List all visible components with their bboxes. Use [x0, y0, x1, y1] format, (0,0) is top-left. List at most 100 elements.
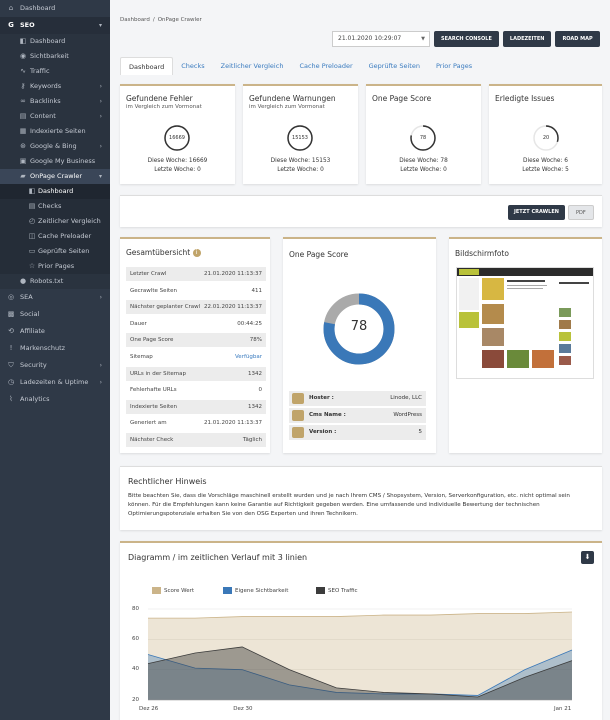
analytics-icon: ⌇: [9, 395, 13, 403]
stat-last-week: Letzte Woche: 0: [277, 167, 324, 173]
stat-value: 78: [419, 135, 427, 141]
sidebar-item-label: OnPage Crawler: [30, 172, 83, 180]
y-tick-label: 60: [132, 635, 139, 642]
info-row-version: Version : 5: [289, 425, 426, 440]
sidebar-item-keywords[interactable]: ⚷ Keywords ›: [0, 79, 110, 94]
social-icon: ▩: [7, 310, 15, 318]
overview-value: 1342: [248, 370, 262, 377]
overview-label: Gecrawlte Seiten: [130, 287, 178, 294]
breadcrumb-root[interactable]: Dashboard: [120, 17, 150, 23]
sidebar-item-seo[interactable]: G SEO ▾: [0, 17, 110, 34]
sidebar-item-backlinks[interactable]: ∞ Backlinks ›: [0, 94, 110, 109]
legal-line: Optimierungspotenziale erhalten Sie von …: [128, 511, 358, 517]
overview-label: URLs in der Sitemap: [130, 370, 186, 377]
sidebar-item-label: Prior Pages: [38, 262, 75, 270]
sidebar-item-label: Content: [30, 112, 56, 120]
stat-this-week: Diese Woche: 78: [399, 158, 448, 164]
star-icon: ☆: [28, 262, 36, 270]
stat-ring: 16669: [163, 124, 191, 152]
sidebar-item-robots[interactable]: ● Robots.txt: [0, 274, 110, 289]
pdf-button[interactable]: PDF: [568, 205, 594, 220]
date-select[interactable]: 21.01.2020 10:29:07 ▼: [332, 31, 430, 47]
info-row-cms: Cms Name : WordPress: [289, 408, 426, 423]
sidebar-item-label: SEO: [20, 21, 35, 29]
sidebar-item-label: Analytics: [20, 395, 50, 403]
y-tick-label: 20: [132, 696, 139, 703]
legal-title: Rechtlicher Hinweis: [128, 477, 207, 486]
tab-zeitlicher-vergleich[interactable]: Zeitlicher Vergleich: [213, 57, 292, 75]
sidebar-item-markenschutz[interactable]: ! Markenschutz: [0, 340, 110, 357]
info-value: WordPress: [393, 412, 422, 418]
sidebar-item-prior-pages[interactable]: ☆ Prior Pages: [0, 259, 110, 274]
dashboard-icon: ◧: [19, 37, 27, 45]
sidebar-item-affiliate[interactable]: ⟲ Affiliate: [0, 323, 110, 340]
stat-title: Gefundene Fehler: [126, 94, 193, 103]
tab-cache-preloader[interactable]: Cache Preloader: [291, 57, 360, 75]
sidebar-item-analytics[interactable]: ⌇ Analytics: [0, 391, 110, 408]
shield-icon: ⛉: [8, 361, 14, 369]
sidebar-item-ladezeiten[interactable]: ◷ Ladezeiten & Uptime ›: [0, 374, 110, 391]
sidebar-item-dashboard[interactable]: ⌂ Dashboard: [0, 0, 110, 17]
roadmap-button[interactable]: ROAD MAP: [555, 31, 600, 47]
sidebar-item-gepruefte-seiten[interactable]: ▭ Geprüfte Seiten: [0, 244, 110, 259]
sidebar-item-sichtbarkeit[interactable]: ◉ Sichtbarkeit: [0, 49, 110, 64]
checklist-icon: ▤: [28, 202, 36, 210]
stat-value: 16669: [169, 135, 185, 141]
overview-row: Indexierte Seiten 1342: [126, 399, 266, 414]
sidebar: ⌂ Dashboard G SEO ▾ ◧ Dashboard ◉ Sichtbarkei…: [0, 0, 110, 720]
sidebar-item-crawler-dashboard[interactable]: ◧ Dashboard: [0, 184, 110, 199]
info-label: Version :: [309, 429, 337, 435]
chevron-right-icon: ›: [99, 362, 102, 369]
website-screenshot[interactable]: [456, 267, 594, 379]
sidebar-item-cache-preloader[interactable]: ◫ Cache Preloader: [0, 229, 110, 244]
sidebar-item-checks[interactable]: ▤ Checks: [0, 199, 110, 214]
sidebar-item-onpage-crawler[interactable]: ▰ OnPage Crawler ▾: [0, 169, 110, 184]
sidebar-item-label: Keywords: [30, 82, 62, 90]
tab-dashboard[interactable]: Dashboard: [120, 57, 174, 75]
stat-title: Gefundene Warnungen: [249, 94, 336, 103]
stat-subtitle: im Vergleich zum Vormonat: [126, 104, 202, 110]
sidebar-item-google-my-business[interactable]: ▣ Google My Business: [0, 154, 110, 169]
sidebar-item-sea[interactable]: ◎ SEA ›: [0, 289, 110, 306]
pages-icon: ▭: [28, 247, 36, 255]
overview-value: 00:44:25: [237, 320, 262, 327]
trend-icon: ∿: [20, 67, 26, 75]
chevron-right-icon: ›: [99, 143, 102, 150]
ladezeiten-button[interactable]: LADEZEITEN: [502, 31, 552, 47]
breadcrumb: Dashboard / OnPage Crawler: [120, 17, 202, 23]
sidebar-item-seo-dashboard[interactable]: ◧ Dashboard: [0, 34, 110, 49]
sidebar-item-zeitlicher-vergleich[interactable]: ◴ Zeitlicher Vergleich: [0, 214, 110, 229]
overview-label: Dauer: [130, 320, 147, 327]
clock-icon: ◴: [28, 217, 36, 225]
tab-gepruefte-seiten[interactable]: Geprüfte Seiten: [361, 57, 428, 75]
info-icon[interactable]: i: [192, 249, 201, 257]
sidebar-item-google-bing[interactable]: ⊛ Google & Bing ›: [0, 139, 110, 154]
search-console-button[interactable]: SEARCH CONSOLE: [434, 31, 499, 47]
sidebar-item-label: Cache Preloader: [38, 232, 92, 240]
chevron-right-icon: ›: [99, 83, 102, 90]
sidebar-item-label: Security: [20, 361, 47, 369]
sidebar-item-social[interactable]: ▩ Social: [0, 306, 110, 323]
sidebar-item-content[interactable]: ▤ Content ›: [0, 109, 110, 124]
key-icon: ⚷: [20, 82, 26, 90]
overview-label: One Page Score: [130, 337, 174, 344]
chevron-right-icon: ›: [99, 379, 102, 386]
overview-value[interactable]: Verfügbar: [235, 350, 262, 364]
stat-ring: 15153: [286, 124, 314, 152]
overview-row: Nächster Check Täglich: [126, 433, 266, 447]
sidebar-item-traffic[interactable]: ∿ Traffic: [0, 64, 110, 79]
tab-prior-pages[interactable]: Prior Pages: [428, 57, 480, 75]
crawl-now-button[interactable]: JETZT CRAWLEN: [508, 205, 565, 220]
sidebar-item-security[interactable]: ⛉ Security ›: [0, 357, 110, 374]
overview-value: 411: [251, 287, 263, 294]
overview-row: URLs in der Sitemap 1342: [126, 366, 266, 381]
toolbar: 21.01.2020 10:29:07 ▼ SEARCH CONSOLE LADE…: [332, 31, 600, 47]
globe-icon: ◎: [7, 293, 15, 301]
folder-open-icon: ▰: [20, 172, 26, 180]
stat-title: One Page Score: [372, 94, 432, 103]
sidebar-item-label: Google & Bing: [30, 142, 77, 150]
sidebar-item-indexierte-seiten[interactable]: ▦ Indexierte Seiten: [0, 124, 110, 139]
stat-value: 20: [542, 135, 550, 141]
tab-checks[interactable]: Checks: [173, 57, 212, 75]
sidebar-item-label: Zeitlicher Vergleich: [38, 217, 101, 225]
